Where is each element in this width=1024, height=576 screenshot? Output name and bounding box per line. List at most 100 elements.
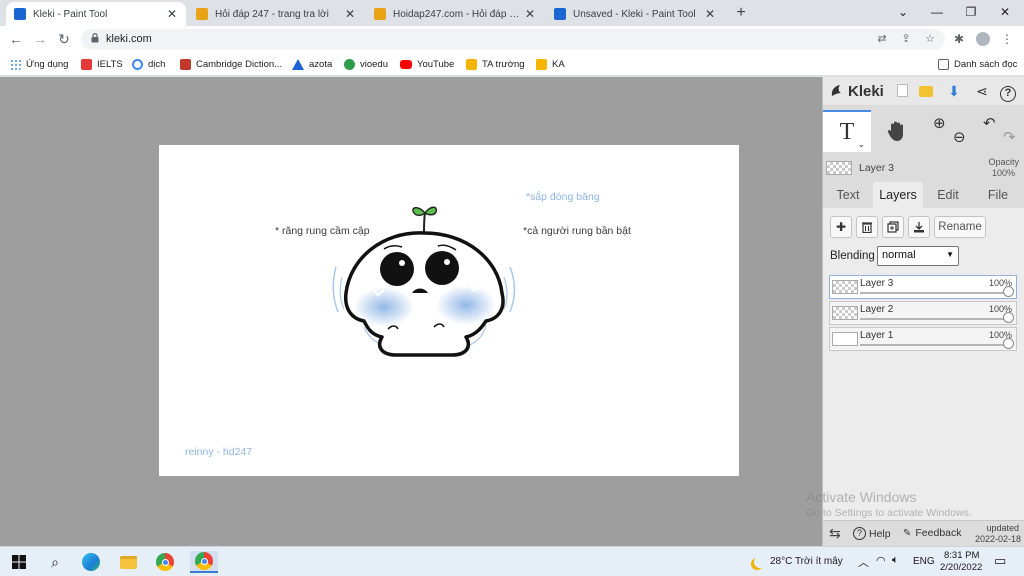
bookmark-label: vioedu xyxy=(360,58,388,70)
profile-avatar[interactable] xyxy=(974,30,992,48)
tab-kleki[interactable]: Kleki - Paint Tool ✕ xyxy=(6,2,186,26)
layer-row-3[interactable]: Layer 3 100% xyxy=(829,275,1017,299)
layer-row-1[interactable]: Layer 1 100% xyxy=(829,327,1017,351)
help-icon[interactable]: ? xyxy=(999,82,1017,102)
tab-strip: Kleki - Paint Tool ✕ Hỏi đáp 247 - trang… xyxy=(0,0,1024,26)
download-icon[interactable]: ⬇ xyxy=(945,82,963,100)
layer-opacity-slider[interactable] xyxy=(860,318,1006,320)
omnibox[interactable]: kleki.com ⇄ ⇪ ☆ xyxy=(81,29,945,50)
slider-knob[interactable] xyxy=(1003,338,1014,349)
layer-thumbnail xyxy=(832,332,858,346)
bookmark-label: Cambridge Diction... xyxy=(196,58,283,70)
merge-down-icon xyxy=(914,222,924,233)
help-link[interactable]: ? Help xyxy=(853,527,891,540)
rename-layer-button[interactable]: Rename xyxy=(934,216,986,238)
drawing-canvas[interactable]: *sắp đóng băng * răng rung cầm cập *cả n… xyxy=(159,145,739,476)
speaker-icon[interactable]: 🔈︎ xyxy=(892,554,899,567)
lock-icon xyxy=(91,33,99,43)
minimize-button[interactable]: — xyxy=(920,3,954,21)
chrome-icon[interactable] xyxy=(154,551,176,573)
new-file-icon[interactable] xyxy=(893,82,911,100)
bookmark-cambridge[interactable]: Cambridge Diction... xyxy=(180,57,282,71)
clock-date[interactable]: 2/20/2022 xyxy=(940,562,982,573)
new-tab-button[interactable]: + xyxy=(732,4,750,22)
tab-hoidap-1[interactable]: Hỏi đáp 247 - trang tra lời ✕ xyxy=(188,2,364,26)
bookmark-label: TA trường xyxy=(482,58,525,70)
chevron-up-icon[interactable]: ︿ xyxy=(858,554,869,570)
blending-label: Blending xyxy=(830,250,875,262)
bookmark-apps[interactable]: Ứng dụng xyxy=(10,57,68,71)
extensions-icon[interactable]: ✱ xyxy=(950,30,968,48)
blending-mode-select[interactable]: normal ▼ xyxy=(877,246,959,266)
address-toolbar: ← → ↻ kleki.com ⇄ ⇪ ☆ ✱ ⋮ xyxy=(0,26,1024,52)
zoom-out-icon[interactable]: ⊖ xyxy=(953,128,966,146)
hand-tool-button[interactable] xyxy=(873,110,921,152)
bookmark-dich[interactable]: dịch xyxy=(132,57,165,71)
tab-kleki-unsaved[interactable]: Unsaved - Kleki - Paint Tool ✕ xyxy=(546,2,724,26)
tab-edit[interactable]: Edit xyxy=(925,182,971,208)
close-tab-icon[interactable]: ✕ xyxy=(704,7,716,21)
bookmark-label: YouTube xyxy=(417,58,455,70)
redo-icon[interactable]: ↷ xyxy=(1003,128,1016,146)
swap-panel-icon[interactable]: ⇆ xyxy=(829,525,841,542)
bookmark-ielts[interactable]: IELTS xyxy=(81,57,123,71)
layer-row-2[interactable]: Layer 2 100% xyxy=(829,301,1017,325)
bookmark-ka[interactable]: KA xyxy=(536,57,565,71)
feedback-link[interactable]: ✎ Feedback xyxy=(903,527,962,539)
bookmark-youtube[interactable]: YouTube xyxy=(400,57,454,71)
text-tool-button[interactable]: T ⌄ xyxy=(823,110,871,152)
start-button[interactable] xyxy=(8,551,30,573)
weather-moon-icon[interactable] xyxy=(746,551,768,573)
close-tab-icon[interactable]: ✕ xyxy=(524,7,536,21)
close-tab-icon[interactable]: ✕ xyxy=(166,7,178,21)
duplicate-layer-button[interactable] xyxy=(882,216,904,238)
merge-down-button[interactable] xyxy=(908,216,930,238)
canvas-note-shiver: *cả người rung bần bật xyxy=(523,225,631,237)
search-icon[interactable]: ⌕ xyxy=(44,551,66,573)
clock-time[interactable]: 8:31 PM xyxy=(944,550,979,561)
weather-text[interactable]: 28°C Trời ít mây xyxy=(770,556,843,567)
bookmark-label: dịch xyxy=(148,58,166,70)
share-icon[interactable]: ⋖ xyxy=(973,82,991,100)
share-icon[interactable]: ⇪ xyxy=(899,32,913,46)
slider-knob[interactable] xyxy=(1003,286,1014,297)
forward-button[interactable]: → xyxy=(30,30,50,48)
tab-text[interactable]: Text xyxy=(825,182,871,208)
language-indicator[interactable]: ENG xyxy=(913,556,935,567)
bookmark-vioedu[interactable]: vioedu xyxy=(344,57,388,71)
bookmarks-bar: Ứng dụng IELTS dịch Cambridge Diction...… xyxy=(0,52,1024,76)
bookmark-azota[interactable]: azota xyxy=(292,57,332,71)
slider-knob[interactable] xyxy=(1003,312,1014,323)
menu-icon[interactable]: ⋮ xyxy=(998,30,1016,48)
layer-opacity-slider[interactable] xyxy=(860,292,1006,294)
delete-layer-button[interactable] xyxy=(856,216,878,238)
drawing-workspace[interactable]: *sắp đóng băng * răng rung cầm cập *cả n… xyxy=(0,77,822,546)
tab-hoidap-2[interactable]: Hoidap247.com - Hỏi đáp bài tập ✕ xyxy=(366,2,544,26)
layer-name: Layer 3 xyxy=(860,278,894,289)
brand-name: Kleki xyxy=(848,82,884,100)
open-folder-icon[interactable] xyxy=(917,82,935,100)
tab-file[interactable]: File xyxy=(975,182,1021,208)
activate-windows-title: Activate Windows xyxy=(806,489,917,505)
reload-button[interactable]: ↻ xyxy=(54,30,74,48)
tab-search-icon[interactable]: ⌄ xyxy=(886,3,920,21)
reading-list[interactable]: Danh sách đọc xyxy=(938,57,1017,71)
translate-icon[interactable]: ⇄ xyxy=(875,32,889,46)
hoidap-favicon-icon xyxy=(196,8,208,20)
file-explorer-icon[interactable] xyxy=(117,551,139,573)
bookmark-star-icon[interactable]: ☆ xyxy=(923,32,937,46)
restore-button[interactable]: ❐ xyxy=(954,3,988,21)
add-layer-button[interactable]: ✚ xyxy=(830,216,852,238)
zoom-in-icon[interactable]: ⊕ xyxy=(933,114,946,132)
back-button[interactable]: ← xyxy=(6,30,26,48)
chrome-icon-active[interactable] xyxy=(190,551,218,573)
close-tab-icon[interactable]: ✕ xyxy=(344,7,356,21)
layer-opacity-slider[interactable] xyxy=(860,344,1006,346)
tab-layers[interactable]: Layers xyxy=(873,182,923,208)
close-window-button[interactable]: ✕ xyxy=(988,3,1022,21)
notifications-icon[interactable]: ▭ xyxy=(994,553,1006,569)
edge-icon[interactable] xyxy=(80,551,102,573)
undo-icon[interactable]: ↶ xyxy=(983,114,996,132)
wifi-icon[interactable]: ◠ xyxy=(876,554,886,567)
bookmark-ta-truong[interactable]: TA trường xyxy=(466,57,525,71)
